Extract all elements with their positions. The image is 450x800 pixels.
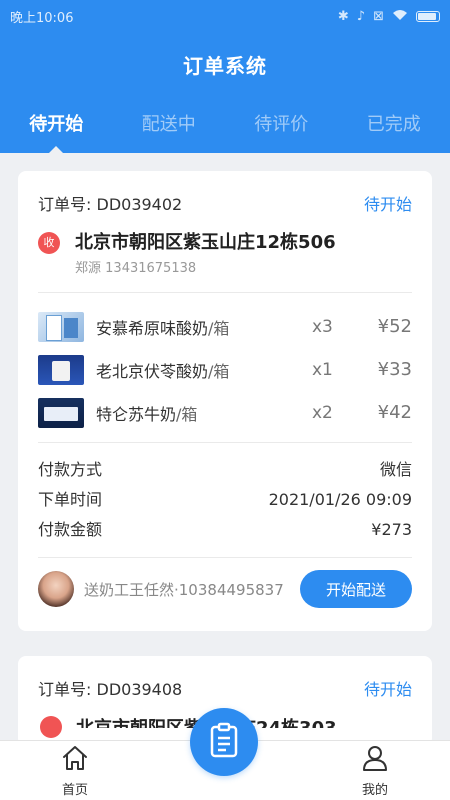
no-sim-icon: ⊠ (373, 8, 384, 24)
receive-badge: 收 (38, 232, 60, 254)
tab-pending[interactable]: 待开始 (0, 108, 113, 153)
amount-label: 付款金额 (38, 520, 103, 539)
mute-icon: ♪ (356, 8, 366, 24)
order-status: 待开始 (363, 680, 412, 699)
product-price: ¥42 (377, 402, 412, 423)
payment-method-label: 付款方式 (38, 460, 103, 479)
bluetooth-icon: ✱ (337, 8, 349, 24)
nav-home[interactable]: 首页 (0, 741, 150, 800)
status-icons: ✱ ♪ ⊠ (338, 9, 440, 24)
courier-info: 送奶工王任然·10384495837 (84, 580, 284, 599)
battery-icon (416, 10, 440, 22)
nav-mine[interactable]: 我的 (300, 741, 450, 800)
clipboard-icon (209, 722, 239, 762)
contact-info: 郑源 13431675138 (75, 257, 336, 276)
order-info: 付款方式 微信 下单时间 2021/01/26 09:09 付款金额 ¥273 (18, 443, 432, 545)
tab-completed[interactable]: 已完成 (338, 108, 450, 153)
amount-row: 付款金额 ¥273 (38, 515, 412, 545)
delivery-address: 收 北京市朝阳区紫玉山庄12栋506 郑源 13431675138 (18, 215, 432, 276)
product-name: 安慕希原味酸奶/箱 (96, 318, 230, 338)
courier-row: 送奶工王任然·10384495837 开始配送 (18, 558, 432, 608)
orders-fab-button[interactable] (190, 708, 258, 776)
status-bar: 晚上10:06 ✱ ♪ ⊠ (0, 0, 450, 32)
user-icon (360, 743, 390, 773)
tab-delivering[interactable]: 配送中 (113, 108, 226, 153)
order-time-row: 下单时间 2021/01/26 09:09 (38, 485, 412, 515)
order-number-value: DD039408 (96, 680, 183, 699)
order-time-label: 下单时间 (38, 490, 103, 509)
product-image (38, 354, 84, 385)
order-number-value: DD039402 (96, 195, 183, 214)
product-image (38, 397, 84, 428)
product-row: 特仑苏牛奶/箱 x2 ¥42 (38, 391, 412, 434)
page-title: 订单系统 (183, 54, 267, 78)
order-tabs: 待开始 配送中 待评价 已完成 (0, 108, 450, 153)
nav-mine-label: 我的 (361, 783, 388, 798)
avatar (38, 571, 74, 607)
app-header: 晚上10:06 ✱ ♪ ⊠ 订单系统 待开始 配送中 待评价 已完成 (0, 0, 450, 153)
product-row: 安慕希原味酸奶/箱 x3 ¥52 (38, 305, 412, 348)
status-time: 晚上10:06 (10, 10, 74, 26)
order-number: 订单号: DD039408 (38, 676, 182, 700)
product-name: 老北京伏苓酸奶/箱 (96, 361, 230, 381)
order-header: 订单号: DD039408 待开始 (18, 656, 432, 700)
product-price: ¥52 (377, 316, 412, 337)
start-delivery-button[interactable]: 开始配送 (300, 570, 412, 608)
order-number: 订单号: DD039402 (38, 191, 182, 215)
order-header: 订单号: DD039402 待开始 (18, 171, 432, 215)
order-number-label: 订单号: (38, 680, 92, 699)
product-name: 特仑苏牛奶/箱 (96, 404, 198, 424)
nav-home-label: 首页 (61, 783, 88, 798)
order-list[interactable]: 订单号: DD039402 待开始 收 北京市朝阳区紫玉山庄12栋506 郑源 … (0, 153, 450, 740)
product-qty: x2 (312, 402, 333, 423)
receive-badge (40, 716, 62, 738)
order-time-value: 2021/01/26 09:09 (268, 490, 412, 509)
order-card[interactable]: 订单号: DD039402 待开始 收 北京市朝阳区紫玉山庄12栋506 郑源 … (18, 171, 432, 631)
payment-method-row: 付款方式 微信 (38, 455, 412, 485)
product-qty: x1 (312, 359, 333, 380)
product-image (38, 311, 84, 342)
product-qty: x3 (312, 316, 333, 337)
product-row: 老北京伏苓酸奶/箱 x1 ¥33 (38, 348, 412, 391)
order-status: 待开始 (363, 195, 412, 214)
product-list: 安慕希原味酸奶/箱 x3 ¥52 老北京伏苓酸奶/箱 x1 ¥33 特仑苏牛奶/… (18, 293, 432, 434)
contact-phone: 13431675138 (105, 261, 197, 276)
contact-name: 郑源 (75, 261, 102, 276)
wifi-icon (392, 9, 408, 24)
address-text: 北京市朝阳区紫玉山庄12栋506 (75, 232, 336, 253)
product-price: ¥33 (377, 359, 412, 380)
tab-to-review[interactable]: 待评价 (225, 108, 338, 153)
home-icon (60, 743, 90, 773)
order-number-label: 订单号: (38, 195, 92, 214)
amount-value: ¥273 (371, 520, 412, 539)
payment-method-value: 微信 (379, 460, 412, 479)
